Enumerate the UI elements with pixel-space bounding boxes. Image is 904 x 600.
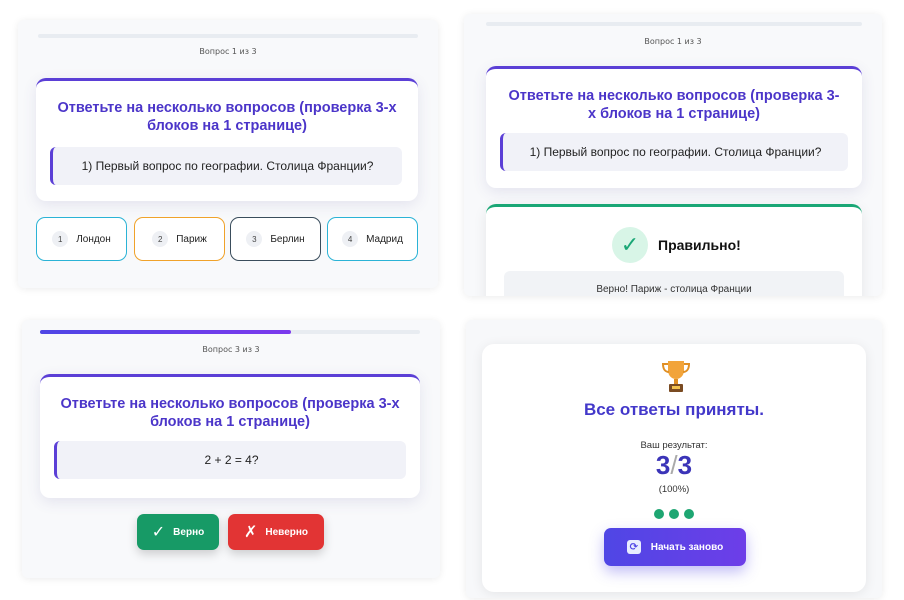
question-counter: Вопрос 1 из 3 [644, 37, 702, 46]
option-number: 2 [152, 231, 169, 247]
question-card: Ответьте на несколько вопросов (проверка… [486, 66, 862, 188]
final-title: Все ответы приняты. [583, 400, 765, 419]
option-label: Берлин [270, 233, 305, 245]
score-denominator: 3 [677, 450, 693, 480]
progress-fill [40, 330, 291, 334]
answer-option-4[interactable]: 4 Мадрид [327, 217, 418, 261]
question-card: Ответьте на несколько вопросов (проверка… [36, 78, 418, 201]
trophy-icon [661, 361, 691, 392]
question-card: Ответьте на несколько вопросов (проверка… [40, 374, 420, 498]
question-text: 1) Первый вопрос по географии. Столица Ф… [50, 147, 402, 185]
answer-option-2[interactable]: 2 Париж [134, 217, 225, 261]
true-label: Верно [173, 526, 205, 538]
answer-option-1[interactable]: 1 Лондон [36, 217, 127, 261]
result-dots [482, 509, 866, 519]
restart-button[interactable]: ⟳ Начать заново [604, 528, 746, 566]
restart-label: Начать заново [650, 541, 724, 553]
score-numerator: 3 [655, 450, 671, 480]
quiz-title: Ответьте на несколько вопросов (проверка… [508, 88, 840, 122]
result-card: ✓ Правильно! Верно! Париж - столица Фран… [486, 204, 862, 296]
question-text: 1) Первый вопрос по географии. Столица Ф… [500, 133, 848, 171]
quiz-title: Ответьте на несколько вопросов (проверка… [57, 100, 397, 134]
progress-bar [40, 330, 420, 334]
quiz-title: Ответьте на несколько вопросов (проверка… [60, 396, 400, 430]
progress-bar [38, 34, 418, 38]
option-label: Мадрид [366, 233, 403, 245]
final-result-card: Все ответы приняты. Ваш результат: 3/3 (… [482, 344, 866, 592]
quiz-panel-options: Вопрос 1 из 3 Ответьте на несколько вопр… [18, 20, 438, 288]
check-icon: ✓ [612, 227, 648, 263]
refresh-icon: ⟳ [626, 540, 641, 554]
quiz-panel-feedback: Вопрос 1 из 3 Ответьте на несколько вопр… [464, 14, 882, 296]
score-value: 3/3 [655, 450, 693, 480]
question-text: 2 + 2 = 4? [54, 441, 406, 479]
result-title: Правильно! [658, 237, 741, 253]
feedback-text: Верно! Париж - столица Франции [504, 271, 844, 296]
result-dot [669, 509, 679, 519]
false-button[interactable]: ✗ Неверно [228, 514, 324, 550]
quiz-panel-final: Все ответы приняты. Ваш результат: 3/3 (… [466, 320, 882, 598]
result-dot [684, 509, 694, 519]
score-percent: (100%) [658, 484, 690, 495]
true-button[interactable]: ✓ Верно [137, 514, 219, 550]
question-counter: Вопрос 3 из 3 [202, 345, 260, 354]
question-counter: Вопрос 1 из 3 [199, 47, 257, 56]
option-number: 1 [52, 231, 69, 247]
progress-bar [486, 22, 862, 26]
cross-icon: ✗ [243, 524, 258, 541]
option-label: Лондон [76, 233, 111, 245]
option-number: 4 [342, 231, 359, 247]
result-dot [654, 509, 664, 519]
quiz-panel-true-false: Вопрос 3 из 3 Ответьте на несколько вопр… [22, 320, 440, 578]
option-label: Париж [176, 233, 207, 245]
answer-option-3[interactable]: 3 Берлин [230, 217, 321, 261]
option-number: 3 [246, 231, 263, 247]
check-icon: ✓ [151, 524, 166, 541]
false-label: Неверно [265, 526, 309, 538]
